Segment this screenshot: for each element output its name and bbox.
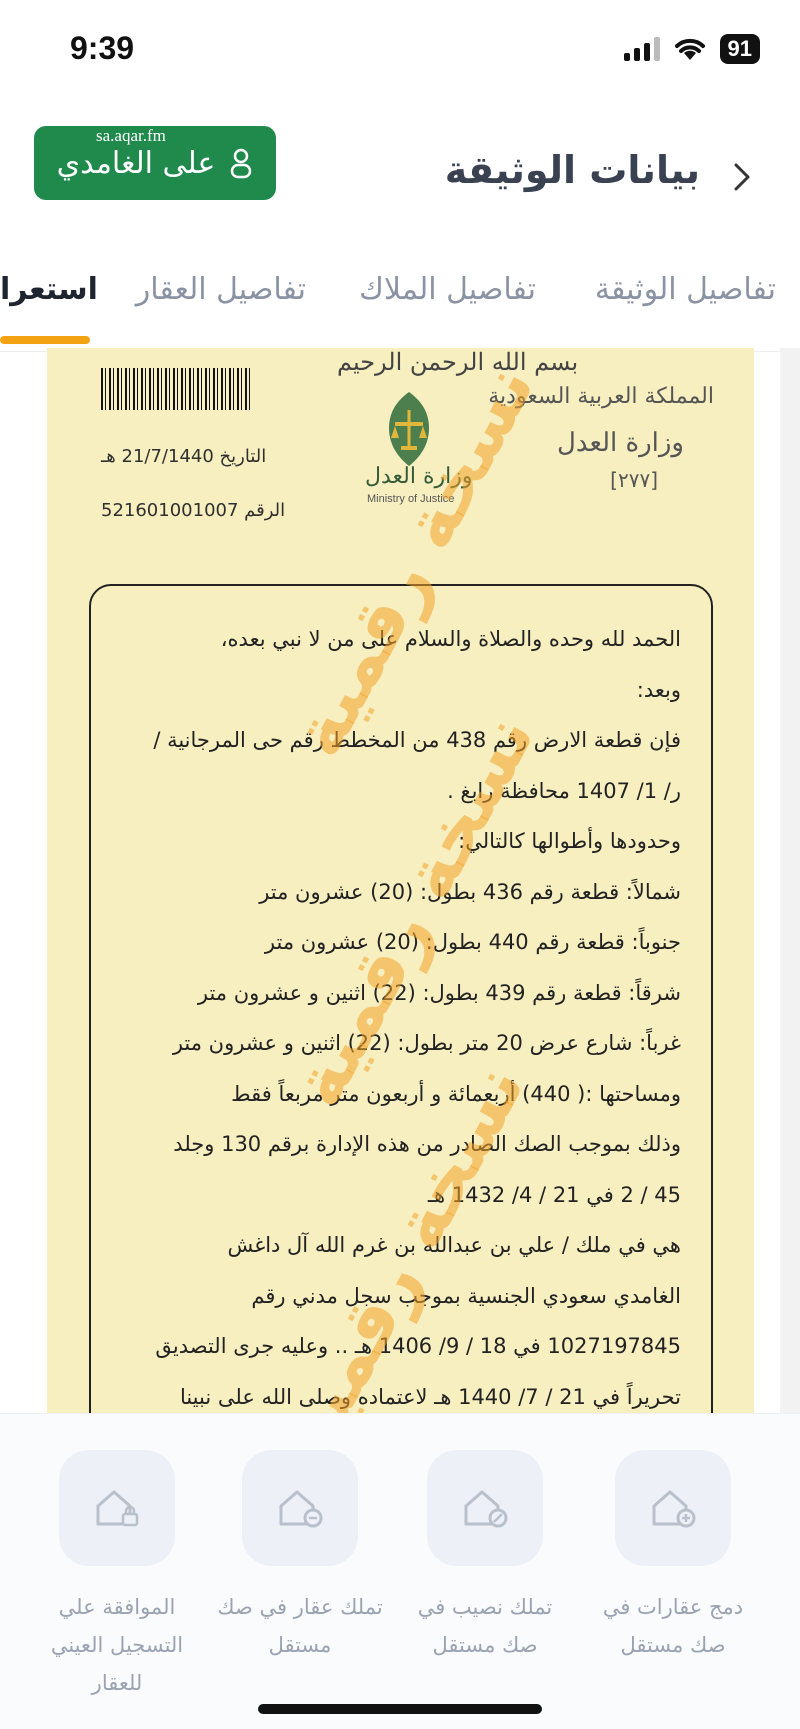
user-chip[interactable]: sa.aqar.fm على الغامدي [34,126,276,200]
registration-approval-action[interactable]: الموافقة علي التسجيل العيني للعقار [32,1450,202,1702]
action-icon-container [242,1450,358,1566]
tab-owners-details[interactable]: تفاصيل الملاك [359,272,536,307]
action-label: تملك نصيب في صك مستقل [417,1595,553,1657]
document-line: 45 / 2 في 21 / 4/ 1432 هـ [427,1182,681,1207]
document-line: جنوباً: قطعة رقم 440 بطول: (20) عشرون مت… [264,930,681,954]
document-number: الرقم 521601001007 [101,500,286,521]
tab-preview[interactable]: استعرا [0,272,98,307]
watermark-url: sa.aqar.fm [96,126,166,145]
page-title: بيانات الوثيقة [444,148,700,192]
document-line: هي في ملك / علي بن عبدالله بن غرم الله آ… [227,1233,681,1257]
document-line: 1027197845 في 18 / 9/ 1406 هـ .. وعليه ج… [155,1334,681,1358]
tab-bar: تفاصيل الوثيقة تفاصيل الملاك تفاصيل العق… [0,262,800,352]
action-icon-container [59,1450,175,1566]
action-label: الموافقة علي التسجيل العيني للعقار [50,1595,184,1695]
ministry-name-logo: وزارة العدل [365,464,473,489]
document-line: الغامدي سعودي الجنسية بموجب سجل مدني رقم [251,1283,681,1308]
user-name: على الغامدي [56,145,216,181]
action-label: تملك عقار في صك مستقل [217,1595,383,1657]
house-percent-icon [464,1490,508,1528]
status-time: 9:39 [70,30,135,66]
own-share-action[interactable]: تملك نصيب في صك مستقل [400,1450,570,1664]
document-date: التاريخ 21/7/1440 هـ [101,446,267,467]
ministry-header: وزارة العدل [556,428,684,458]
merge-properties-action[interactable]: دمج عقارات في صك مستقل [588,1450,758,1664]
ministry-name-english: Ministry of Justice [367,493,455,505]
document-viewer[interactable]: التاريخ 21/7/1440 هـ الرقم 521601001007 … [47,348,754,1413]
document-body: الحمد لله وحده والصلاة والسلام على من لا… [89,584,713,1413]
app-header: sa.aqar.fm على الغامدي بيانات الوثيقة [0,120,800,230]
cellular-signal-icon [623,37,660,61]
barcode [101,368,253,410]
document-line: فإن قطعة الارض رقم 438 من المخطط رقم حى … [153,728,681,752]
tab-property-details[interactable]: تفاصيل العقار [136,272,306,307]
ministry-emblem-icon [389,392,429,466]
document-scrollbar[interactable] [780,348,800,1413]
house-lock-icon [96,1490,139,1527]
document-serial: [٢٧٧] [610,468,658,492]
action-label: دمج عقارات في صك مستقل [602,1595,744,1657]
action-bar: دمج عقارات في صك مستقل تملك نصيب في صك م… [0,1413,800,1729]
battery-indicator: 91 [719,34,760,64]
active-tab-indicator [0,336,90,344]
document-line: ر/ 1/ 1407 محافظة رابغ . [447,778,681,803]
document-line: وبعد: [636,677,681,702]
status-icons: 91 [623,34,760,64]
back-button[interactable] [722,152,762,202]
status-bar: 9:39 91 [0,0,800,100]
action-icon-container [615,1450,731,1566]
tab-document-details[interactable]: تفاصيل الوثيقة [595,272,776,307]
document-line: الحمد لله وحده والصلاة والسلام على من لا… [220,627,681,651]
document-line: تحريراً في 21 / 7/ 1440 هـ لاعتماده وصلى… [179,1384,681,1409]
house-plus-icon [652,1490,696,1528]
document-line: ومساحتها :( 440) أربعمائة و أربعون متر م… [231,1081,681,1106]
home-indicator [258,1704,542,1714]
chevron-right-icon [734,163,750,191]
document-line: وحدودها وأطوالها كالتالي: [458,829,681,853]
kingdom-header: المملكة العربية السعودية [488,384,714,409]
document-line: وذلك بموجب الصك الصادر من هذه الإدارة بر… [173,1132,681,1156]
basmala: بسم الله الرحمن الرحيم [337,348,579,376]
own-property-action[interactable]: تملك عقار في صك مستقل [215,1450,385,1664]
action-icon-container [427,1450,543,1566]
wifi-icon [674,38,705,60]
user-icon [231,148,252,179]
document-line: شمالاً: قطعة رقم 436 بطول: (20) عشرون مت… [259,879,681,904]
house-minus-icon [279,1490,323,1528]
document-line: غرباً: شارع عرض 20 متر بطول: (22) اثنين … [172,1031,681,1055]
document-line: شرقاً: قطعة رقم 439 بطول: (22) اثنين و ع… [197,980,681,1005]
